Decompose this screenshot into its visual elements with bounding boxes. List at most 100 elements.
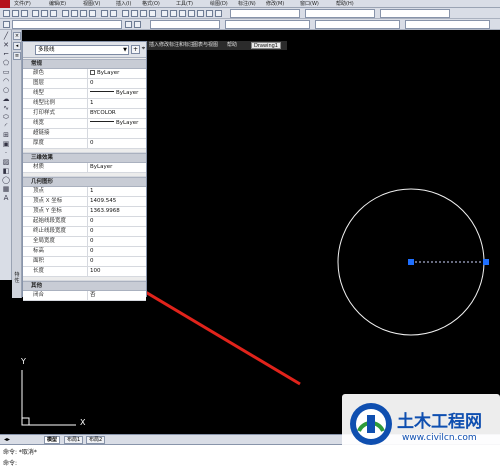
tab-annotate[interactable]: 标注和标注	[169, 42, 194, 49]
linetype-combo[interactable]	[225, 20, 310, 29]
palette-properties-icon[interactable]: ≡	[13, 52, 21, 60]
construction-line-icon[interactable]: ✕	[2, 41, 10, 49]
cut-icon[interactable]	[62, 10, 69, 17]
zoom-previous-icon[interactable]	[149, 10, 156, 17]
tab-modify[interactable]: 修改	[159, 42, 169, 49]
prop-row-lineweight[interactable]: 线宽 ByLayer	[23, 119, 146, 129]
grip-start[interactable]	[408, 259, 414, 265]
app-logo-icon[interactable]	[0, 0, 10, 8]
command-prompt[interactable]: 命令:	[3, 458, 17, 467]
prop-row-material[interactable]: 材质 ByLayer	[23, 163, 146, 173]
section-general[interactable]: 常规	[23, 59, 146, 69]
lineweight-combo[interactable]	[315, 20, 400, 29]
zoom-realtime-icon[interactable]	[131, 10, 138, 17]
menu-dimension[interactable]: 标注(N)	[238, 0, 256, 8]
prop-value[interactable]: 1	[90, 187, 146, 196]
close-icon[interactable]: ×	[13, 32, 21, 40]
prop-value[interactable]: 1363.9968	[90, 207, 146, 216]
prop-value[interactable]: 0	[90, 139, 146, 148]
prop-value[interactable]: 0	[90, 227, 146, 236]
menu-window[interactable]: 窗口(W)	[300, 0, 319, 8]
line-tool-icon[interactable]: ╱	[2, 32, 10, 40]
prop-row-thickness[interactable]: 厚度 0	[23, 139, 146, 149]
properties-icon[interactable]	[161, 10, 168, 17]
autohide-icon[interactable]: ◂	[13, 42, 21, 50]
menu-help[interactable]: 帮助(H)	[336, 0, 354, 8]
publish-icon[interactable]	[50, 10, 57, 17]
prop-value[interactable]	[90, 129, 146, 138]
tab-help[interactable]: 帮助	[227, 42, 237, 49]
gradient-tool-icon[interactable]: ◧	[2, 167, 10, 175]
prop-row-elevation[interactable]: 标高 0	[23, 247, 146, 257]
menu-insert[interactable]: 插入(I)	[116, 0, 131, 8]
save-icon[interactable]	[21, 10, 28, 17]
section-misc[interactable]: 其他	[23, 281, 146, 291]
tab-model[interactable]: 模型	[44, 436, 61, 444]
tab-layouts[interactable]: 图表与视图	[193, 42, 218, 49]
menu-view[interactable]: 视图(V)	[83, 0, 100, 8]
new-file-icon[interactable]	[3, 10, 10, 17]
prop-row-color[interactable]: 颜色 ByLayer	[23, 69, 146, 79]
ellipse-tool-icon[interactable]: ⬭	[2, 113, 10, 121]
prop-value[interactable]: 100	[90, 267, 146, 276]
tab-drawing[interactable]: Drawing1	[251, 42, 281, 49]
toggle-pickadd-icon[interactable]: +	[131, 45, 140, 54]
mtext-tool-icon[interactable]: A	[2, 194, 10, 202]
polyline-tool-icon[interactable]: ⌐	[2, 50, 10, 58]
prop-row-vertex-y[interactable]: 顶点 Y 坐标 1363.9968	[23, 207, 146, 217]
menu-format[interactable]: 格式(O)	[142, 0, 160, 8]
point-tool-icon[interactable]: ·	[2, 149, 10, 157]
prop-value[interactable]: ByLayer	[90, 69, 146, 78]
open-file-icon[interactable]	[12, 10, 19, 17]
match-properties-icon[interactable]	[89, 10, 96, 17]
prop-value[interactable]: 0	[90, 247, 146, 256]
section-3d-effects[interactable]: 三维效果	[23, 153, 146, 163]
layer-manager-icon[interactable]	[3, 21, 10, 28]
make-current-icon[interactable]	[125, 21, 132, 28]
circle-tool-icon[interactable]: ○	[2, 86, 10, 94]
prop-value[interactable]: ByLayer	[90, 89, 146, 98]
tab-layout2[interactable]: 布局2	[86, 436, 106, 444]
ellipse-arc-tool-icon[interactable]: ◜	[2, 122, 10, 130]
menu-modify[interactable]: 修改(M)	[266, 0, 284, 8]
color-combo[interactable]	[150, 20, 220, 29]
section-geometry[interactable]: 几何图形	[23, 177, 146, 187]
copy-icon[interactable]	[71, 10, 78, 17]
tab-layout1[interactable]: 布局1	[64, 436, 84, 444]
paste-icon[interactable]	[80, 10, 87, 17]
prop-row-ltscale[interactable]: 线型比例 1	[23, 99, 146, 109]
layer-combo[interactable]	[12, 20, 122, 29]
revcloud-tool-icon[interactable]: ☁	[2, 95, 10, 103]
polygon-tool-icon[interactable]: ⬠	[2, 59, 10, 67]
prop-value[interactable]: 1	[90, 99, 146, 108]
prop-row-vertex[interactable]: 顶点 1	[23, 187, 146, 197]
make-block-icon[interactable]: ▣	[2, 140, 10, 148]
prop-row-length[interactable]: 长度 100	[23, 267, 146, 277]
dim-style-combo[interactable]	[305, 9, 375, 18]
hatch-tool-icon[interactable]: ▨	[2, 158, 10, 166]
zoom-window-icon[interactable]	[140, 10, 147, 17]
prop-row-area[interactable]: 面积 0	[23, 257, 146, 267]
prop-row-closed[interactable]: 闭合否	[23, 291, 146, 301]
plotstyle-combo[interactable]	[405, 20, 490, 29]
tab-nav-arrows-icon[interactable]: ◂▸	[2, 436, 12, 444]
text-style-combo[interactable]	[230, 9, 300, 18]
prop-value[interactable]: ByLayer	[90, 119, 146, 128]
table-tool-icon[interactable]: ▦	[2, 185, 10, 193]
design-center-icon[interactable]	[170, 10, 177, 17]
sheet-set-icon[interactable]	[188, 10, 195, 17]
spline-tool-icon[interactable]: ∿	[2, 104, 10, 112]
arc-tool-icon[interactable]: ◠	[2, 77, 10, 85]
select-objects-icon[interactable]: ⌖	[141, 45, 146, 54]
table-style-combo[interactable]	[380, 9, 450, 18]
prop-row-linetype[interactable]: 线型 ByLayer	[23, 89, 146, 99]
plot-preview-icon[interactable]	[41, 10, 48, 17]
prop-value[interactable]: 0	[90, 79, 146, 88]
undo-icon[interactable]	[101, 10, 108, 17]
prop-row-end-width[interactable]: 终止线段宽度 0	[23, 227, 146, 237]
prop-value[interactable]: ByLayer	[90, 163, 146, 172]
region-tool-icon[interactable]: ◯	[2, 176, 10, 184]
prop-value[interactable]: 0	[90, 217, 146, 226]
prop-value[interactable]: 否	[90, 291, 146, 300]
prop-row-plotstyle[interactable]: 打印样式 BYCOLOR	[23, 109, 146, 119]
